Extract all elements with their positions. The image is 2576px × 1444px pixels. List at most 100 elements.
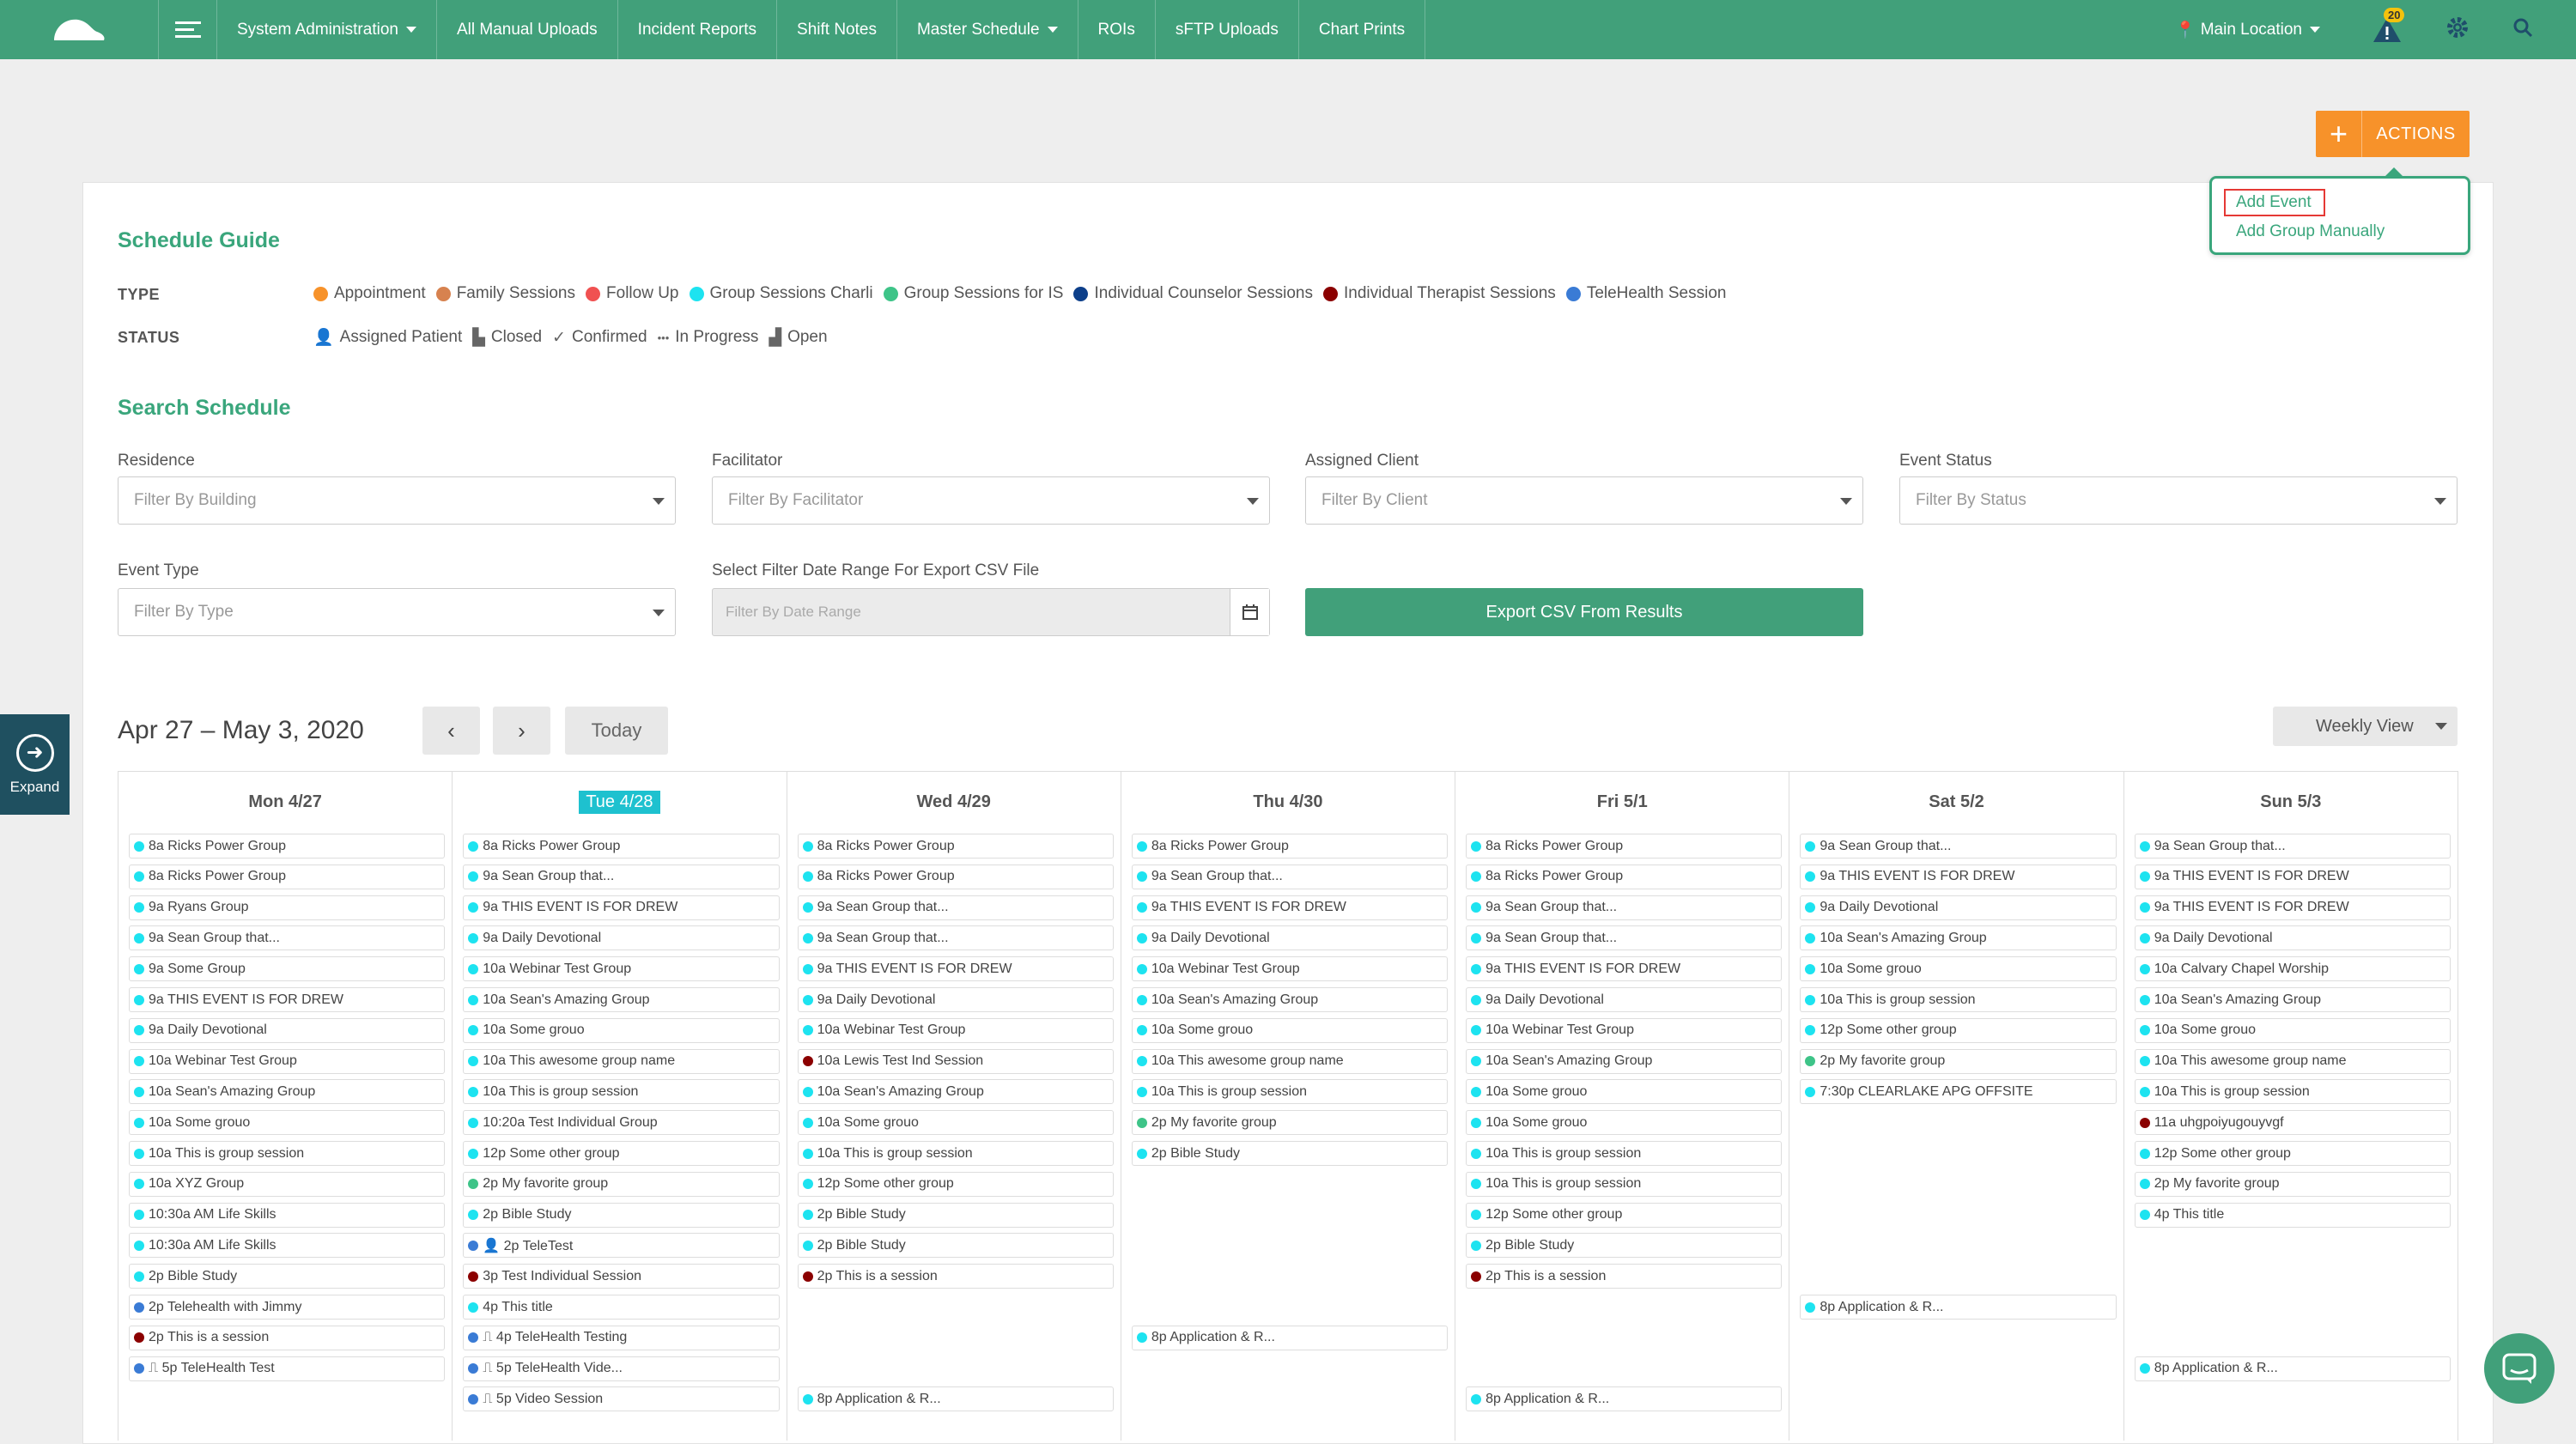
calendar-event[interactable]: 2p Bible Study <box>129 1264 446 1289</box>
calendar-event[interactable]: 8p Application & R... <box>797 1386 1114 1412</box>
today-button[interactable]: Today <box>565 707 668 755</box>
calendar-event[interactable]: 9a Some Group <box>129 956 446 982</box>
calendar-event[interactable]: 12p Some other group <box>463 1141 780 1166</box>
calendar-event[interactable]: 2p This is a session <box>129 1325 446 1350</box>
calendar-event[interactable]: 2p My favorite group <box>1800 1048 2117 1074</box>
calendar-event[interactable]: 3p Test Individual Session <box>463 1264 780 1289</box>
residence-select[interactable]: Filter By Building <box>118 476 676 525</box>
calendar-event[interactable]: 10:20a Test Individual Group <box>463 1110 780 1136</box>
calendar-event[interactable]: 👤 2p TeleTest <box>463 1233 780 1259</box>
add-group-manually-item[interactable]: Add Group Manually <box>2236 222 2385 241</box>
menu-icon[interactable] <box>159 0 217 59</box>
calendar-event[interactable]: 10a Sean's Amazing Group <box>797 1079 1114 1105</box>
calendar-event[interactable]: ⎍ 5p TeleHealth Test <box>129 1356 446 1381</box>
calendar-event[interactable]: 10a This is group session <box>129 1141 446 1166</box>
calendar-event[interactable]: 9a Sean Group that... <box>1131 864 1449 889</box>
calendar-event[interactable]: 10a This awesome group name <box>463 1048 780 1074</box>
calendar-event[interactable]: 10a Some grouo <box>797 1110 1114 1136</box>
calendar-event[interactable]: 10a This is group session <box>1800 987 2117 1012</box>
calendar-event[interactable]: 10a Some grouo <box>1800 956 2117 982</box>
calendar-event[interactable]: 10a Sean's Amazing Group <box>1131 987 1449 1012</box>
calendar-event[interactable]: 10a This is group session <box>1466 1141 1783 1166</box>
calendar-event[interactable]: 9a Daily Devotional <box>463 925 780 951</box>
calendar-event[interactable]: 9a Sean Group that... <box>1466 895 1783 920</box>
day-header[interactable]: Sat 5/2 <box>1789 772 2123 832</box>
calendar-event[interactable]: 9a Daily Devotional <box>1800 895 2117 920</box>
calendar-event[interactable]: 11a uhgpoiyugouyvgf <box>2134 1110 2451 1136</box>
event-status-select[interactable]: Filter By Status <box>1899 476 2458 525</box>
calendar-event[interactable]: 8p Application & R... <box>1466 1386 1783 1412</box>
calendar-event[interactable]: 2p This is a session <box>1466 1264 1783 1289</box>
calendar-event[interactable]: 10a Some grouo <box>2134 1017 2451 1043</box>
calendar-event[interactable]: 2p Bible Study <box>1466 1233 1783 1259</box>
calendar-event[interactable]: 8p Application & R... <box>1800 1295 2117 1320</box>
calendar-event[interactable]: 10a Webinar Test Group <box>129 1048 446 1074</box>
chat-button[interactable] <box>2484 1333 2555 1404</box>
calendar-event[interactable]: ⎍ 5p TeleHealth Vide... <box>463 1356 780 1381</box>
calendar-event[interactable]: 9a Sean Group that... <box>797 925 1114 951</box>
nav-item-rois[interactable]: ROIs <box>1078 0 1156 59</box>
calendar-event[interactable]: 10a Some grouo <box>1466 1110 1783 1136</box>
calendar-event[interactable]: 9a THIS EVENT IS FOR DREW <box>1466 956 1783 982</box>
calendar-event[interactable]: 2p My favorite group <box>1131 1110 1449 1136</box>
calendar-event[interactable]: 10a Some grouo <box>129 1110 446 1136</box>
calendar-event[interactable]: 10a Webinar Test Group <box>463 956 780 982</box>
calendar-event[interactable]: 8a Ricks Power Group <box>129 864 446 889</box>
calendar-event[interactable]: 10a Webinar Test Group <box>1131 956 1449 982</box>
nav-item-incident-reports[interactable]: Incident Reports <box>618 0 778 59</box>
calendar-event[interactable]: 2p Bible Study <box>1131 1141 1449 1166</box>
calendar-event[interactable]: 9a Sean Group that... <box>463 864 780 889</box>
prev-week-button[interactable]: ‹ <box>422 707 480 755</box>
calendar-event[interactable]: 10:30a AM Life Skills <box>129 1202 446 1228</box>
calendar-event[interactable]: 8a Ricks Power Group <box>1466 864 1783 889</box>
calendar-event[interactable]: 2p This is a session <box>797 1264 1114 1289</box>
calendar-event[interactable]: 12p Some other group <box>1466 1202 1783 1228</box>
calendar-event[interactable]: 9a Sean Group that... <box>1466 925 1783 951</box>
location-selector[interactable]: 📍 Main Location <box>2175 20 2320 40</box>
day-header[interactable]: Thu 4/30 <box>1121 772 1455 832</box>
calendar-event[interactable]: 9a Sean Group that... <box>2134 834 2451 859</box>
calendar-event[interactable]: 9a Daily Devotional <box>797 987 1114 1012</box>
calendar-event[interactable]: 8a Ricks Power Group <box>463 834 780 859</box>
expand-button[interactable]: ➜ Expand <box>0 714 70 815</box>
calendar-event[interactable]: 8a Ricks Power Group <box>797 834 1114 859</box>
next-week-button[interactable]: › <box>493 707 550 755</box>
calendar-event[interactable]: 12p Some other group <box>1800 1017 2117 1043</box>
calendar-event[interactable]: 10a This awesome group name <box>1131 1048 1449 1074</box>
calendar-event[interactable]: 10a Some grouo <box>1466 1079 1783 1105</box>
day-header[interactable]: Mon 4/27 <box>118 772 452 832</box>
facilitator-select[interactable]: Filter By Facilitator <box>712 476 1270 525</box>
calendar-event[interactable]: 4p This title <box>463 1295 780 1320</box>
calendar-event[interactable]: 10a Sean's Amazing Group <box>129 1079 446 1105</box>
calendar-event[interactable]: 9a THIS EVENT IS FOR DREW <box>1131 895 1449 920</box>
calendar-event[interactable]: 2p Telehealth with Jimmy <box>129 1295 446 1320</box>
export-csv-button[interactable]: Export CSV From Results <box>1305 588 1863 636</box>
nav-item-shift-notes[interactable]: Shift Notes <box>777 0 897 59</box>
nav-item-chart-prints[interactable]: Chart Prints <box>1299 0 1426 59</box>
calendar-event[interactable]: 9a THIS EVENT IS FOR DREW <box>2134 864 2451 889</box>
gear-icon[interactable] <box>2445 15 2470 44</box>
nav-item-sftp-uploads[interactable]: sFTP Uploads <box>1156 0 1299 59</box>
calendar-event[interactable]: 2p Bible Study <box>797 1202 1114 1228</box>
calendar-event[interactable]: 10:30a AM Life Skills <box>129 1233 446 1259</box>
calendar-event[interactable]: 10a This is group session <box>463 1079 780 1105</box>
calendar-event[interactable]: 2p Bible Study <box>797 1233 1114 1259</box>
calendar-event[interactable]: 2p My favorite group <box>2134 1171 2451 1197</box>
calendar-event[interactable]: 9a Daily Devotional <box>1131 925 1449 951</box>
actions-button[interactable]: + ACTIONS <box>2316 111 2470 157</box>
day-header[interactable]: Tue 4/28 <box>453 772 786 832</box>
calendar-event[interactable]: ⎍ 4p TeleHealth Testing <box>463 1325 780 1350</box>
calendar-event[interactable]: 8p Application & R... <box>1131 1325 1449 1350</box>
nav-item-master-schedule[interactable]: Master Schedule <box>897 0 1078 59</box>
calendar-event[interactable]: 8a Ricks Power Group <box>797 864 1114 889</box>
calendar-event[interactable]: 9a THIS EVENT IS FOR DREW <box>129 987 446 1012</box>
calendar-event[interactable]: 8a Ricks Power Group <box>1466 834 1783 859</box>
view-select[interactable]: Weekly View <box>2273 707 2458 746</box>
calendar-icon[interactable] <box>1230 589 1269 635</box>
calendar-event[interactable]: 9a Daily Devotional <box>2134 925 2451 951</box>
calendar-event[interactable]: 12p Some other group <box>797 1171 1114 1197</box>
search-icon[interactable] <box>2512 17 2533 42</box>
calendar-event[interactable]: 10a Webinar Test Group <box>1466 1017 1783 1043</box>
calendar-event[interactable]: 10a XYZ Group <box>129 1171 446 1197</box>
calendar-event[interactable]: 9a THIS EVENT IS FOR DREW <box>2134 895 2451 920</box>
